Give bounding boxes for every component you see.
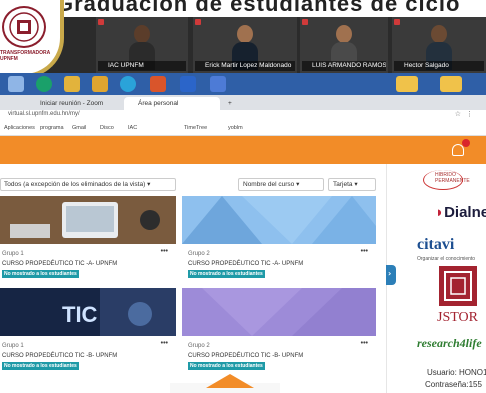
taskview-icon[interactable] [8,76,24,92]
browser-icon[interactable] [36,76,52,92]
tab-area-personal[interactable]: Área personal [124,97,220,110]
bookmark-item[interactable]: yoblm [228,125,243,131]
video-tile[interactable]: Hector Salgado [392,17,486,73]
course-filter-select[interactable]: Todos (a excepción de los eliminados de … [0,178,176,191]
dialnet-link[interactable]: ◗Dialnet [435,204,486,221]
powerpoint-icon[interactable] [150,76,166,92]
chrome-icon[interactable] [120,76,136,92]
hidden-badge: No mostrado a los estudiantes [188,362,265,370]
bookmark-item[interactable]: Disco [100,125,114,131]
course-menu-button[interactable]: ••• [361,340,368,347]
bookmark-item[interactable]: Aplicaciones [4,125,35,131]
banner-title: Graduación de estudiantes de ciclo [56,0,461,16]
bookmark-item[interactable]: TimeTree [184,125,207,131]
course-image [182,288,376,336]
video-tile[interactable]: IAC UPNFM [96,17,188,73]
course-card[interactable]: Grupo 1 ••• CURSO PROPEDÉUTICO TIC -A- U… [0,196,176,290]
browser-tab-bar: Iniciar reunión - Zoom Área personal + [0,95,486,110]
notification-badge [462,139,470,147]
resources-sidebar: HIBRIDO PERMANENTE ◗Dialnet citavi Organ… [386,164,486,393]
tic-graphic-text: TIC [62,302,98,327]
course-menu-button[interactable]: ••• [161,248,168,255]
citavi-tagline: Organizar el conocimiento [417,256,476,262]
site-navbar [0,136,486,164]
muted-mic-icon [195,19,201,25]
logo-caption: TRANSFORMADORA UPNFM [0,50,51,62]
course-group: Grupo 1 [2,343,24,349]
screen: Graduación de estudiantes de ciclo IAC U… [0,0,486,393]
video-tile[interactable]: LUIS ARMANDO RAMOS [300,17,388,73]
course-group: Grupo 2 [188,343,210,349]
course-group: Grupo 1 [2,251,24,257]
course-overview: Todos (a excepción de los eliminados de … [0,164,386,393]
course-title[interactable]: CURSO PROPEDÉUTICO TIC -A- UPNFM [188,261,303,267]
word-icon[interactable] [180,76,196,92]
chevron-right-icon: › [388,269,392,278]
course-menu-button[interactable]: ••• [161,340,168,347]
participant-name: Hector Salgado [394,61,484,71]
bookmark-item[interactable]: IAC [128,125,137,131]
course-card[interactable]: TIC Grupo 1 ••• CURSO PROPEDÉUTICO TIC -… [0,288,176,382]
user-credential: Usuario: HONO11 [427,368,486,377]
folder-icon[interactable] [64,76,80,92]
citavi-link[interactable]: citavi [417,236,454,254]
view-select[interactable]: Tarjeta ▾ [328,178,376,191]
scroll-up-arrow-icon[interactable] [206,374,254,388]
folder-icon[interactable] [440,76,462,92]
research4life-link[interactable]: research4life [417,336,482,351]
course-title[interactable]: CURSO PROPEDÉUTICO TIC -B- UPNFM [2,353,117,359]
hidden-badge: No mostrado a los estudiantes [188,270,265,278]
password-credential: Contraseña:155 [425,380,482,389]
jstor-logo-icon [439,266,477,306]
participant-name: IAC UPNFM [98,61,186,71]
course-menu-button[interactable]: ••• [361,248,368,255]
os-taskbar [0,73,486,95]
address-bar[interactable]: virtual.sl.upnfm.edu.hn/my/ ☆⋮ [0,110,486,122]
bookmark-item[interactable]: programa [40,125,64,131]
folder-icon[interactable] [396,76,418,92]
course-card[interactable]: Grupo 2 ••• CURSO PROPEDÉUTICO TIC -A- U… [182,196,376,290]
muted-mic-icon [302,19,308,25]
video-strip: IAC UPNFM Erick Martir Lopez Maldonado L… [0,17,486,73]
app-icon[interactable] [210,76,226,92]
hidden-badge: No mostrado a los estudiantes [2,362,79,370]
banner-text: Graduación de estudiantes de ciclo [0,0,486,17]
participant-name: LUIS ARMANDO RAMOS [302,61,386,71]
browser-controls[interactable]: ☆⋮ [455,110,478,118]
participant-name: Erick Martir Lopez Maldonado [195,61,295,71]
course-title[interactable]: CURSO PROPEDÉUTICO TIC -B- UPNFM [188,353,303,359]
muted-mic-icon [394,19,400,25]
url-text: virtual.sl.upnfm.edu.hn/my/ [8,111,80,117]
files-icon[interactable] [92,76,108,92]
seal-icon [2,6,46,48]
bookmarks-bar: Aplicaciones programa Gmail Disco IAC Ti… [0,122,486,136]
course-group: Grupo 2 [188,251,210,257]
sidebar-toggle-button[interactable]: › [386,265,396,285]
course-title[interactable]: CURSO PROPEDÉUTICO TIC -A- UPNFM [2,261,117,267]
tab-zoom[interactable]: Iniciar reunión - Zoom [26,97,122,110]
course-image: TIC [0,288,176,336]
hidden-badge: No mostrado a los estudiantes [2,270,79,278]
bookmark-item[interactable]: Gmail [72,125,86,131]
jstor-link[interactable]: JSTOR [437,310,478,326]
muted-mic-icon [98,19,104,25]
video-tile[interactable]: Erick Martir Lopez Maldonado [193,17,297,73]
course-image [182,196,376,244]
sidebar-emblem-icon [423,170,463,190]
new-tab-button[interactable]: + [224,97,240,110]
sort-select[interactable]: Nombre del curso ▾ [238,178,324,191]
course-image [0,196,176,244]
course-card[interactable]: Grupo 2 ••• CURSO PROPEDÉUTICO TIC -B- U… [182,288,376,382]
